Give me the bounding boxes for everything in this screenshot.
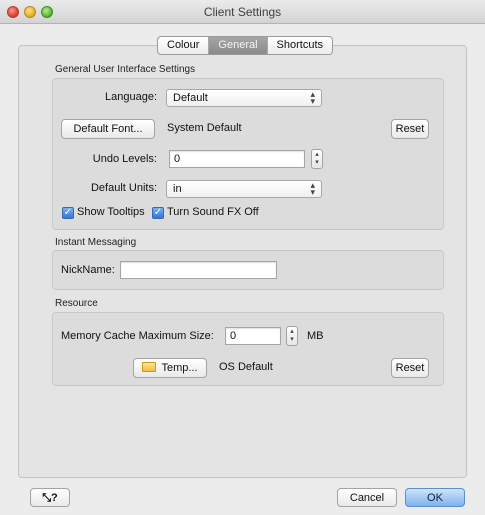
- section-label-instant-messaging: Instant Messaging: [55, 237, 137, 248]
- default-units-label: Default Units:: [90, 182, 157, 194]
- cancel-button[interactable]: Cancel: [337, 488, 397, 507]
- folder-icon: [142, 362, 157, 373]
- window-title: Client Settings: [203, 5, 282, 19]
- title-bar[interactable]: Client Settings: [0, 0, 485, 24]
- language-label: Language:: [105, 91, 157, 103]
- nickname-label: NickName:: [61, 264, 115, 276]
- language-value: Default: [173, 92, 208, 104]
- memory-cache-stepper[interactable]: ▴ ▾: [286, 326, 298, 346]
- sound-fx-label[interactable]: Turn Sound FX Off: [167, 206, 259, 218]
- ok-button[interactable]: OK: [405, 488, 465, 507]
- undo-levels-stepper[interactable]: ▴ ▾: [311, 149, 323, 169]
- memory-cache-field[interactable]: 0: [225, 327, 281, 345]
- undo-levels-field[interactable]: 0: [169, 150, 305, 168]
- show-tooltips-checkbox[interactable]: ✓: [62, 207, 74, 219]
- tab-bar: Colour General Shortcuts: [157, 36, 334, 55]
- temp-button[interactable]: Temp...: [133, 358, 207, 378]
- show-tooltips-label[interactable]: Show Tooltips: [77, 206, 145, 218]
- checkmark-icon: ✓: [63, 207, 73, 218]
- font-reset-button[interactable]: Reset: [391, 119, 429, 139]
- default-units-value: in: [173, 183, 182, 195]
- memory-unit-label: MB: [307, 330, 324, 342]
- help-wand-icon: ⤡?: [42, 492, 58, 504]
- temp-button-label: Temp...: [161, 362, 198, 374]
- help-button[interactable]: ⤡?: [30, 488, 70, 507]
- default-units-popup[interactable]: in ▴ ▾: [166, 180, 322, 198]
- group-general-ui: Language: Default ▴ ▾ Default Font... Sys…: [52, 78, 444, 230]
- default-font-button[interactable]: Default Font...: [61, 119, 155, 139]
- temp-reset-button[interactable]: Reset: [391, 358, 429, 378]
- client-settings-window: Client Settings Colour General Shortcuts…: [0, 0, 485, 515]
- undo-levels-label: Undo Levels:: [92, 153, 157, 165]
- section-label-resource: Resource: [55, 298, 98, 309]
- language-popup[interactable]: Default ▴ ▾: [166, 89, 322, 107]
- popup-arrows-icon: ▴ ▾: [310, 89, 315, 106]
- group-instant-messaging: NickName:: [52, 250, 444, 290]
- memory-cache-label: Memory Cache Maximum Size:: [61, 330, 214, 342]
- font-value: System Default: [167, 122, 242, 134]
- tab-colour[interactable]: Colour: [158, 37, 208, 54]
- nickname-field[interactable]: [120, 261, 277, 279]
- tab-shortcuts[interactable]: Shortcuts: [266, 37, 332, 54]
- section-label-general-ui: General User Interface Settings: [55, 64, 196, 75]
- temp-value: OS Default: [219, 361, 273, 373]
- group-resource: Memory Cache Maximum Size: 0 ▴ ▾ MB Temp.…: [52, 312, 444, 386]
- sound-fx-checkbox[interactable]: ✓: [152, 207, 164, 219]
- popup-arrows-icon: ▴ ▾: [310, 180, 315, 197]
- checkmark-icon: ✓: [153, 207, 163, 218]
- tab-general[interactable]: General: [208, 37, 267, 54]
